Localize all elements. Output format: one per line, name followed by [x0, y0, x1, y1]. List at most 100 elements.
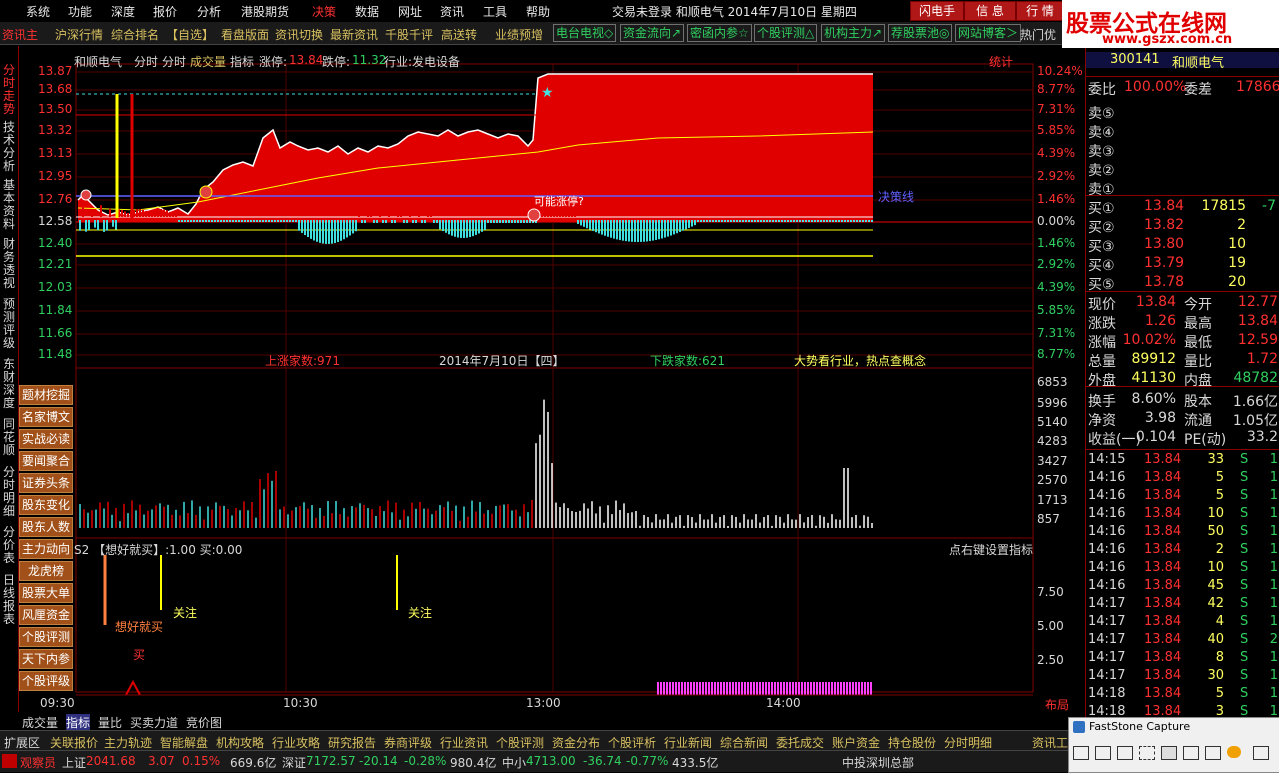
tab-intraday-detail[interactable]: 分时明细	[1, 466, 17, 518]
toolbar-news-main[interactable]: 资讯主	[2, 26, 38, 43]
toolbar-stock-comments[interactable]: 千股千评	[385, 26, 433, 43]
tick-row[interactable]: 14:18 13.84 5 S 1	[1086, 686, 1279, 704]
tick-row[interactable]: 14:16 13.84 5 S 1	[1086, 470, 1279, 488]
btab-auction[interactable]: 竞价图	[186, 714, 222, 731]
link-item[interactable]: 资金分布	[552, 734, 600, 751]
tick-row[interactable]: 14:17 13.84 4 S 1	[1086, 614, 1279, 632]
btn-dragon-tiger[interactable]: 龙虎榜	[19, 561, 73, 581]
tick-row[interactable]: 14:17 13.84 40 S 2	[1086, 632, 1279, 650]
link-item[interactable]: 智能解盘	[160, 734, 208, 751]
tick-row[interactable]: 14:17 13.84 30 S 1	[1086, 668, 1279, 686]
menu-analysis[interactable]: 分析	[197, 3, 221, 20]
chart-tab-intraday[interactable]: 分时	[134, 53, 158, 70]
btn-theme-mining[interactable]: 题材挖掘	[19, 385, 73, 405]
toolbar-institution[interactable]: 机构主力↗	[821, 24, 886, 42]
menu-help[interactable]: 帮助	[526, 3, 550, 20]
tick-row[interactable]: 14:16 13.84 5 S 1	[1086, 488, 1279, 506]
buy-level[interactable]: 买① 13.84 17815 -7	[1086, 198, 1279, 217]
toolbar-blogs[interactable]: 网站博客＞	[955, 24, 1022, 42]
toolbar-stock-pool[interactable]: 荐股票池◎	[888, 24, 953, 42]
capture-freehand-icon[interactable]	[1139, 746, 1155, 760]
capture-fullscreen-icon[interactable]	[1161, 746, 1177, 760]
btn-fund[interactable]: 风厘资金	[19, 605, 73, 625]
btn-stock-rating[interactable]: 个股评级	[19, 671, 73, 691]
toolbar-latest-news[interactable]: 最新资讯	[330, 26, 378, 43]
buy-level[interactable]: 买② 13.82 2	[1086, 217, 1279, 236]
capture-rect-icon[interactable]	[1117, 746, 1133, 760]
link-item[interactable]: 持仓股份	[888, 734, 936, 751]
settings-icon[interactable]	[1227, 746, 1241, 758]
link-item[interactable]: 行业新闻	[664, 734, 712, 751]
capture-fixed-icon[interactable]	[1205, 746, 1221, 760]
tab-technical[interactable]: 技术分析	[1, 121, 17, 173]
link-item[interactable]: 分时明细	[944, 734, 992, 751]
layout-button[interactable]: 布局	[1045, 696, 1069, 713]
link-item[interactable]: 研究报告	[328, 734, 376, 751]
tab-price-table[interactable]: 分价表	[1, 526, 17, 565]
tab-eastmoney[interactable]: 东财深度	[1, 358, 17, 410]
btab-volume[interactable]: 成交量	[22, 714, 58, 731]
sell-level[interactable]: 卖⑤	[1086, 103, 1279, 122]
toolbar-high-transfer[interactable]: 高送转	[441, 26, 477, 43]
link-item[interactable]: 扩展区	[4, 734, 40, 751]
toolbar-hs-quotes[interactable]: 沪深行情	[55, 26, 103, 43]
btn-main-force[interactable]: 主力动向	[19, 539, 73, 559]
menu-data[interactable]: 数据	[355, 3, 379, 20]
toolbar-layout[interactable]: 看盘版面	[221, 26, 269, 43]
sell-level[interactable]: 卖②	[1086, 160, 1279, 179]
menu-function[interactable]: 功能	[68, 3, 92, 20]
info-button[interactable]: 信 息	[964, 1, 1016, 21]
link-item[interactable]: 关联报价	[50, 734, 98, 751]
toolbar-stock-eval[interactable]: 个股评测△	[754, 24, 818, 42]
toolbar-radio-tv[interactable]: 电台电视◇	[553, 24, 617, 42]
btn-must-read[interactable]: 实战必读	[19, 429, 73, 449]
btn-expert-blog[interactable]: 名家博文	[19, 407, 73, 427]
link-item[interactable]: 账户资金	[832, 734, 880, 751]
tab-intraday[interactable]: 分时走势	[1, 64, 17, 116]
tick-row[interactable]: 14:16 13.84 10 S 1	[1086, 506, 1279, 524]
toolbar-news-switch[interactable]: 资讯切换	[275, 26, 323, 43]
tick-row[interactable]: 14:16 13.84 10 S 1	[1086, 560, 1279, 578]
tick-row[interactable]: 14:15 13.84 33 S 1	[1086, 452, 1279, 470]
intraday-chart[interactable]: ★ 和顺电气 分时 分时 成交量 指标 涨停: 13.84 跌停: 11.32 …	[18, 50, 1085, 712]
tab-daily-report[interactable]: 日线报表	[1, 574, 17, 626]
btn-holder-count[interactable]: 股东人数	[19, 517, 73, 537]
btab-volume-ratio[interactable]: 量比	[98, 714, 122, 731]
tab-ths[interactable]: 同花顺	[1, 418, 17, 457]
menu-tools[interactable]: 工具	[483, 3, 507, 20]
link-item[interactable]: 券商评级	[384, 734, 432, 751]
menu-decision[interactable]: 决策	[312, 3, 336, 20]
chart-tab-indicator[interactable]: 指标	[230, 53, 254, 70]
link-item[interactable]: 综合新闻	[720, 734, 768, 751]
btn-holder-change[interactable]: 股东变化	[19, 495, 73, 515]
flash-hand-button[interactable]: 闪电手	[910, 1, 964, 21]
market-button[interactable]: 行 情	[1016, 1, 1064, 21]
link-item[interactable]: 委托成交	[776, 734, 824, 751]
link-item[interactable]: 资讯工	[1032, 734, 1068, 751]
tab-forecast[interactable]: 预测评级	[1, 298, 17, 350]
faststone-capture-window[interactable]: FastStone Capture	[1068, 717, 1279, 773]
buy-level[interactable]: 买③ 13.80 10	[1086, 236, 1279, 255]
link-item[interactable]: 行业攻略	[272, 734, 320, 751]
toolbar-earnings[interactable]: 业绩预增	[495, 26, 543, 43]
btn-insider[interactable]: 天下内参	[19, 649, 73, 669]
tick-row[interactable]: 14:17 13.84 42 S 1	[1086, 596, 1279, 614]
menu-hk-futures[interactable]: 港股期货	[241, 3, 289, 20]
toolbar-fund-flow[interactable]: 资金流向↗	[620, 24, 685, 42]
link-item[interactable]: 主力轨迹	[104, 734, 152, 751]
btab-power[interactable]: 买卖力道	[130, 714, 178, 731]
chart-tab-intraday2[interactable]: 分时	[162, 53, 186, 70]
sell-level[interactable]: 卖④	[1086, 122, 1279, 141]
trend-text[interactable]: 大势看行业，热点查概念	[794, 352, 926, 369]
btab-indicator[interactable]: 指标	[66, 714, 91, 731]
capture-scroll-icon[interactable]	[1183, 746, 1199, 760]
toolbar-secret-letter[interactable]: 密函内参☆	[687, 24, 752, 42]
toolbar-hot[interactable]: 热门优	[1020, 26, 1056, 43]
sell-level[interactable]: 卖③	[1086, 141, 1279, 160]
toolbar-rank[interactable]: 综合排名	[111, 26, 159, 43]
link-item[interactable]: 机构攻略	[216, 734, 264, 751]
link-item[interactable]: 个股评测	[496, 734, 544, 751]
tick-row[interactable]: 14:17 13.84 8 S 1	[1086, 650, 1279, 668]
capture-window-icon[interactable]	[1073, 746, 1089, 760]
chart-tab-volume[interactable]: 成交量	[190, 53, 226, 70]
